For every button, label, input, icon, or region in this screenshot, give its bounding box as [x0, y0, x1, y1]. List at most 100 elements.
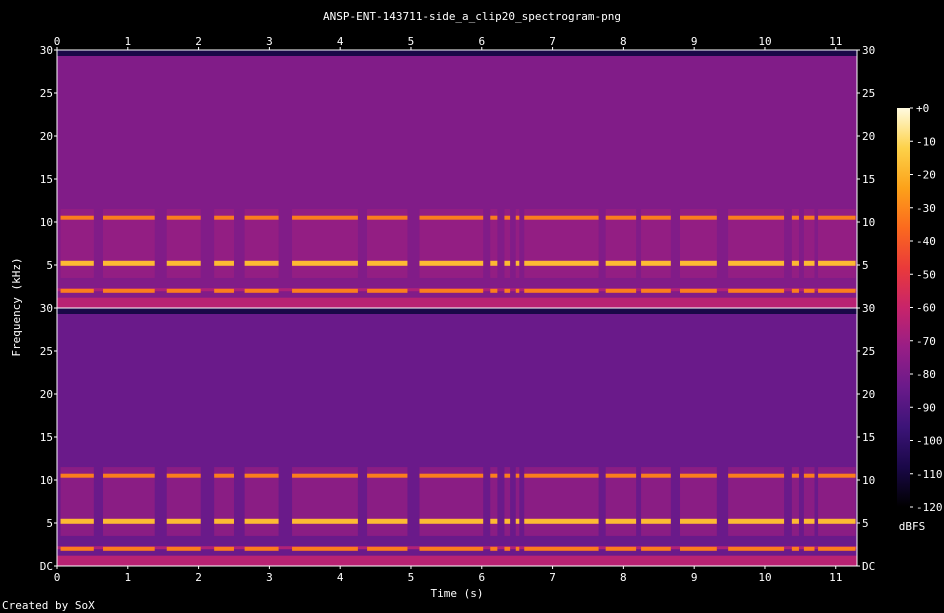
harmonic-band — [680, 260, 717, 266]
x-tick-label-top: 9 — [691, 35, 698, 48]
harmonic-band — [367, 518, 408, 524]
x-tick-label-top: 5 — [408, 35, 415, 48]
harmonic-band — [791, 260, 799, 266]
y-tick-label-right: 10 — [862, 474, 875, 487]
colorbar-tick-label: -100 — [916, 435, 943, 448]
low-frequency-noise — [57, 555, 857, 566]
harmonic-band — [818, 518, 856, 524]
harmonic-band — [818, 288, 856, 293]
harmonic-band — [818, 473, 856, 478]
x-tick-label-bottom: 3 — [266, 571, 273, 584]
harmonic-band — [103, 288, 155, 293]
harmonic-band — [803, 260, 815, 266]
harmonic-band — [791, 546, 799, 551]
harmonic-band — [244, 518, 279, 524]
harmonic-band — [728, 473, 785, 478]
x-tick-label-bottom: 1 — [124, 571, 131, 584]
harmonic-band — [367, 473, 408, 478]
harmonic-band — [524, 546, 599, 551]
harmonic-band — [244, 288, 279, 293]
y-tick-label-right: 20 — [862, 130, 875, 143]
x-tick-label-bottom: 6 — [478, 571, 485, 584]
harmonic-band — [524, 260, 599, 266]
x-tick-label-top: 0 — [54, 35, 61, 48]
harmonic-band — [419, 518, 484, 524]
harmonic-band — [524, 473, 599, 478]
harmonic-band — [60, 215, 94, 220]
harmonic-band — [367, 288, 408, 293]
harmonic-band — [803, 215, 815, 220]
harmonic-band — [214, 518, 234, 524]
harmonic-band — [728, 260, 785, 266]
harmonic-band — [791, 215, 799, 220]
colorbar-tick-label: -90 — [916, 401, 936, 414]
harmonic-band — [60, 260, 94, 266]
harmonic-band — [419, 473, 484, 478]
harmonic-band — [103, 546, 155, 551]
colorbar-tick-label: -50 — [916, 268, 936, 281]
harmonic-band — [728, 518, 785, 524]
colorbar-label: dBFS — [899, 520, 926, 533]
x-tick-label-top: 3 — [266, 35, 273, 48]
harmonic-band — [803, 473, 815, 478]
y-tick-label-right: 30 — [862, 44, 875, 57]
harmonic-band — [605, 260, 637, 266]
colorbar-gradient — [897, 108, 910, 507]
harmonic-band — [214, 546, 234, 551]
y-tick-label-right: 25 — [862, 87, 875, 100]
harmonic-band — [504, 546, 511, 551]
y-tick-label-left: 25 — [40, 87, 53, 100]
colorbar-tick-label: -40 — [916, 235, 936, 248]
y-tick-label-left: 5 — [46, 259, 53, 272]
harmonic-band — [166, 546, 201, 551]
x-tick-label-top: 1 — [124, 35, 131, 48]
channel-2-plot: DC DC 5 5 10 10 15 15 20 20 25 25 30 30 — [40, 302, 876, 573]
harmonic-band — [490, 260, 498, 266]
harmonic-band — [605, 518, 637, 524]
y-tick-label-left: 20 — [40, 130, 53, 143]
harmonic-band — [103, 215, 155, 220]
x-tick-label-top: 2 — [195, 35, 202, 48]
y-tick-label-left: 5 — [46, 517, 53, 530]
harmonic-band — [103, 518, 155, 524]
harmonic-band — [515, 518, 520, 524]
x-tick-label-bottom: 4 — [337, 571, 344, 584]
harmonic-band — [803, 288, 815, 293]
harmonic-band — [490, 288, 498, 293]
harmonic-band — [605, 546, 637, 551]
x-tick-label-top: 11 — [829, 35, 842, 48]
harmonic-band — [504, 473, 511, 478]
harmonic-band — [728, 215, 785, 220]
low-frequency-noise — [57, 297, 857, 308]
harmonic-band — [292, 288, 358, 293]
y-tick-label-left: 15 — [40, 173, 53, 186]
harmonic-band — [60, 473, 94, 478]
x-tick-label-top: 7 — [549, 35, 556, 48]
harmonic-band — [214, 215, 234, 220]
harmonic-band — [60, 546, 94, 551]
harmonic-band — [728, 546, 785, 551]
x-tick-label-bottom: 8 — [620, 571, 627, 584]
harmonic-band — [728, 288, 785, 293]
nyquist-edge — [57, 50, 857, 56]
y-tick-label-left: 30 — [40, 302, 53, 315]
harmonic-band — [680, 288, 717, 293]
harmonic-band — [818, 546, 856, 551]
y-tick-label-right: 25 — [862, 345, 875, 358]
y-tick-label-left: 10 — [40, 474, 53, 487]
x-tick-label-top: 6 — [478, 35, 485, 48]
y-axis-label: Frequency (kHz) — [10, 257, 23, 356]
harmonic-band — [244, 546, 279, 551]
harmonic-band — [641, 518, 671, 524]
harmonic-band — [515, 215, 520, 220]
harmonic-band — [641, 288, 671, 293]
colorbar: dBFS +0 -10 -20 -30 -40 -50 -60 -70 -80 -90 -100 -1… — [897, 102, 943, 533]
harmonic-band — [680, 518, 717, 524]
harmonic-band — [818, 260, 856, 266]
harmonic-band — [803, 546, 815, 551]
harmonic-band — [524, 215, 599, 220]
colorbar-tick-label: +0 — [916, 102, 929, 115]
harmonic-band — [244, 260, 279, 266]
y-tick-label-right: DC — [862, 560, 875, 573]
y-tick-label-right: 15 — [862, 173, 875, 186]
